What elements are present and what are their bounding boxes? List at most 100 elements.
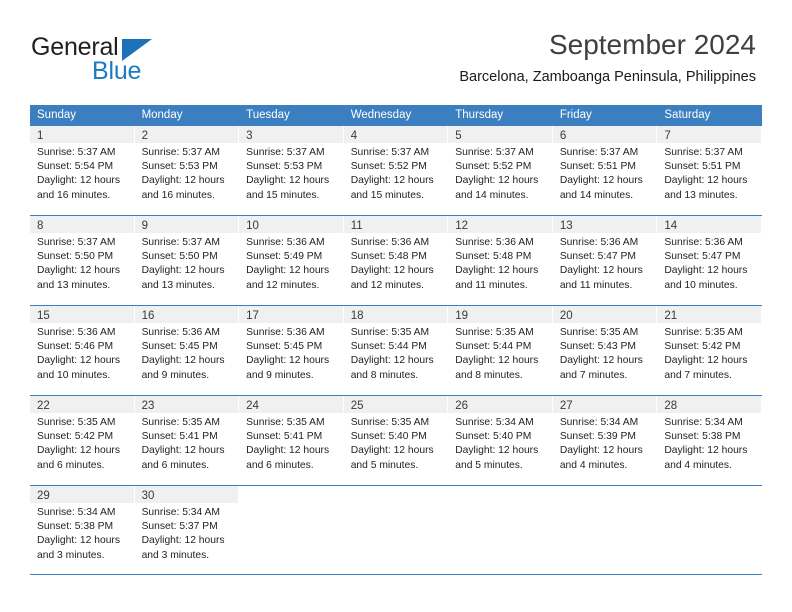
sunset-text: Sunset: 5:53 PM (141, 161, 218, 173)
sunrise-text: Sunrise: 5:37 AM (246, 147, 325, 158)
weekday-header-monday: Monday (141, 109, 183, 121)
daylight-text-line1: Daylight: 12 hours (455, 265, 539, 277)
daylight-text-line2: and 7 minutes. (559, 369, 628, 381)
calendar-day-cell[interactable]: 28 Sunrise: 5:34 AM Sunset: 5:38 PM Dayligh… (657, 396, 762, 485)
calendar-day-cell[interactable]: 29 Sunrise: 5:34 AM Sunset: 5:38 PM Dayligh… (30, 486, 135, 574)
calendar-day-cell[interactable]: 5 Sunrise: 5:37 AM Sunset: 5:52 PM Daylight… (448, 126, 553, 215)
daylight-text-line1: Daylight: 12 hours (141, 355, 225, 367)
calendar-day-cell[interactable]: 10 Sunrise: 5:36 AM Sunset: 5:49 PM Dayligh… (239, 216, 344, 305)
day-number: 19 (455, 310, 469, 322)
daylight-text-line2: and 14 minutes. (559, 189, 634, 201)
calendar-day-cell-empty (553, 486, 658, 574)
calendar-weeks: 1 Sunrise: 5:37 AM Sunset: 5:54 PM Daylight… (30, 125, 762, 575)
calendar-day-cell[interactable]: 7 Sunrise: 5:37 AM Sunset: 5:51 PM Daylight… (657, 126, 762, 215)
day-details: Sunrise: 5:34 AM Sunset: 5:40 PM Daylight:… (448, 413, 553, 473)
day-number: 1 (37, 130, 44, 142)
daylight-text-line1: Daylight: 12 hours (37, 535, 120, 547)
calendar-day-cell[interactable]: 25 Sunrise: 5:35 AM Sunset: 5:40 PM Dayligh… (343, 396, 449, 485)
day-number-band: 4 (343, 126, 448, 143)
sunset-text: Sunset: 5:42 PM (664, 341, 741, 353)
sunset-text: Sunset: 5:54 PM (37, 161, 114, 173)
day-details: Sunrise: 5:37 AM Sunset: 5:50 PM Daylight:… (30, 233, 135, 293)
calendar-day-cell[interactable]: 20 Sunrise: 5:35 AM Sunset: 5:43 PM Dayligh… (552, 306, 658, 395)
sunrise-text: Sunrise: 5:35 AM (350, 327, 430, 338)
day-details: Sunrise: 5:37 AM Sunset: 5:53 PM Daylight:… (135, 143, 240, 203)
day-number-band: 19 (448, 306, 552, 323)
daylight-text-line2: and 16 minutes. (37, 189, 111, 201)
calendar-day-cell[interactable]: 3 Sunrise: 5:37 AM Sunset: 5:53 PM Daylight… (239, 126, 344, 215)
sunset-text: Sunset: 5:42 PM (37, 431, 114, 443)
day-number-band: 6 (552, 126, 657, 143)
calendar-day-cell[interactable]: 6 Sunrise: 5:37 AM Sunset: 5:51 PM Daylight… (552, 126, 658, 215)
calendar-day-cell[interactable]: 24 Sunrise: 5:35 AM Sunset: 5:41 PM Dayligh… (239, 396, 344, 485)
calendar-day-cell[interactable]: 13 Sunrise: 5:36 AM Sunset: 5:47 PM Dayligh… (552, 216, 658, 305)
day-number-band: 16 (134, 306, 239, 323)
calendar-day-cell[interactable]: 4 Sunrise: 5:37 AM Sunset: 5:52 PM Daylight… (343, 126, 449, 215)
sunset-text: Sunset: 5:49 PM (246, 251, 323, 263)
day-number: 3 (246, 130, 253, 142)
day-number-band: 30 (134, 486, 239, 503)
day-number-band (344, 486, 448, 503)
calendar-day-cell[interactable]: 16 Sunrise: 5:36 AM Sunset: 5:45 PM Dayligh… (134, 306, 240, 395)
daylight-text-line1: Daylight: 12 hours (246, 445, 330, 457)
calendar-day-cell[interactable]: 27 Sunrise: 5:34 AM Sunset: 5:39 PM Dayligh… (552, 396, 658, 485)
day-number: 24 (246, 400, 259, 412)
sunrise-text: Sunrise: 5:37 AM (37, 147, 116, 158)
calendar-day-cell[interactable]: 1 Sunrise: 5:37 AM Sunset: 5:54 PM Daylight… (30, 126, 135, 215)
calendar-day-cell[interactable]: 23 Sunrise: 5:35 AM Sunset: 5:41 PM Dayligh… (134, 396, 240, 485)
calendar-day-cell[interactable]: 30 Sunrise: 5:34 AM Sunset: 5:37 PM Dayligh… (134, 486, 240, 574)
day-details: Sunrise: 5:36 AM Sunset: 5:45 PM Daylight:… (135, 323, 240, 383)
sunrise-text: Sunrise: 5:36 AM (37, 327, 116, 338)
calendar-day-cell[interactable]: 8 Sunrise: 5:37 AM Sunset: 5:50 PM Daylight… (30, 216, 135, 305)
day-number-band: 2 (134, 126, 239, 143)
weekday-header-saturday: Saturday (664, 109, 711, 121)
sunrise-text: Sunrise: 5:35 AM (664, 327, 743, 338)
calendar-day-cell[interactable]: 26 Sunrise: 5:34 AM Sunset: 5:40 PM Dayligh… (448, 396, 553, 485)
general-blue-logo[interactable]: General Blue (31, 33, 231, 85)
day-number-band: 7 (657, 126, 761, 143)
day-number: 14 (664, 220, 678, 232)
sunrise-text: Sunrise: 5:34 AM (455, 417, 534, 428)
day-number-band (239, 486, 343, 503)
calendar-day-cell[interactable]: 12 Sunrise: 5:36 AM Sunset: 5:48 PM Dayligh… (448, 216, 553, 305)
sunset-text: Sunset: 5:44 PM (350, 341, 427, 353)
daylight-text-line2: and 7 minutes. (664, 369, 732, 381)
calendar-day-cell[interactable]: 22 Sunrise: 5:35 AM Sunset: 5:42 PM Dayligh… (30, 396, 135, 485)
calendar-page: General Blue September 2024 Barcelona, Z… (0, 0, 792, 612)
calendar-day-cell[interactable]: 9 Sunrise: 5:37 AM Sunset: 5:50 PM Daylight… (134, 216, 240, 305)
day-number: 2 (141, 130, 148, 142)
weekday-header-row: Sunday Monday Tuesday Wednesday Thursday… (30, 105, 762, 125)
calendar-day-cell[interactable]: 11 Sunrise: 5:36 AM Sunset: 5:48 PM Dayligh… (343, 216, 449, 305)
day-details: Sunrise: 5:34 AM Sunset: 5:39 PM Daylight:… (553, 413, 658, 473)
weekday-header-tuesday: Tuesday (246, 109, 290, 121)
sunrise-text: Sunrise: 5:35 AM (141, 417, 220, 428)
daylight-text-line2: and 10 minutes. (37, 369, 111, 381)
calendar-day-cell[interactable]: 19 Sunrise: 5:35 AM Sunset: 5:44 PM Dayligh… (448, 306, 553, 395)
calendar-day-cell[interactable]: 2 Sunrise: 5:37 AM Sunset: 5:53 PM Daylight… (134, 126, 240, 215)
calendar-day-cell[interactable]: 17 Sunrise: 5:36 AM Sunset: 5:45 PM Dayligh… (239, 306, 344, 395)
day-number-band: 3 (239, 126, 343, 143)
day-number-band (553, 486, 657, 503)
daylight-text-line2: and 14 minutes. (455, 189, 529, 201)
day-number: 8 (37, 220, 44, 232)
calendar-day-cell[interactable]: 15 Sunrise: 5:36 AM Sunset: 5:46 PM Dayligh… (30, 306, 135, 395)
sunrise-text: Sunrise: 5:35 AM (455, 327, 534, 338)
day-number-band: 14 (657, 216, 761, 233)
day-number-band (657, 486, 761, 503)
day-number-band: 26 (448, 396, 552, 413)
daylight-text-line1: Daylight: 12 hours (350, 445, 434, 457)
day-number: 25 (350, 400, 364, 412)
daylight-text-line2: and 9 minutes. (141, 369, 210, 381)
calendar-day-cell[interactable]: 21 Sunrise: 5:35 AM Sunset: 5:42 PM Dayligh… (657, 306, 762, 395)
daylight-text-line2: and 11 minutes. (455, 279, 528, 291)
day-number-band: 22 (30, 396, 134, 413)
calendar-day-cell[interactable]: 14 Sunrise: 5:36 AM Sunset: 5:47 PM Dayligh… (657, 216, 762, 305)
sunrise-text: Sunrise: 5:37 AM (350, 147, 430, 158)
day-number-band: 5 (448, 126, 552, 143)
daylight-text-line2: and 13 minutes. (37, 279, 111, 291)
calendar-day-cell[interactable]: 18 Sunrise: 5:35 AM Sunset: 5:44 PM Dayligh… (343, 306, 449, 395)
day-number: 20 (559, 310, 573, 322)
day-number: 27 (559, 400, 573, 412)
day-number: 4 (350, 130, 358, 142)
day-details: Sunrise: 5:36 AM Sunset: 5:47 PM Daylight:… (657, 233, 762, 293)
